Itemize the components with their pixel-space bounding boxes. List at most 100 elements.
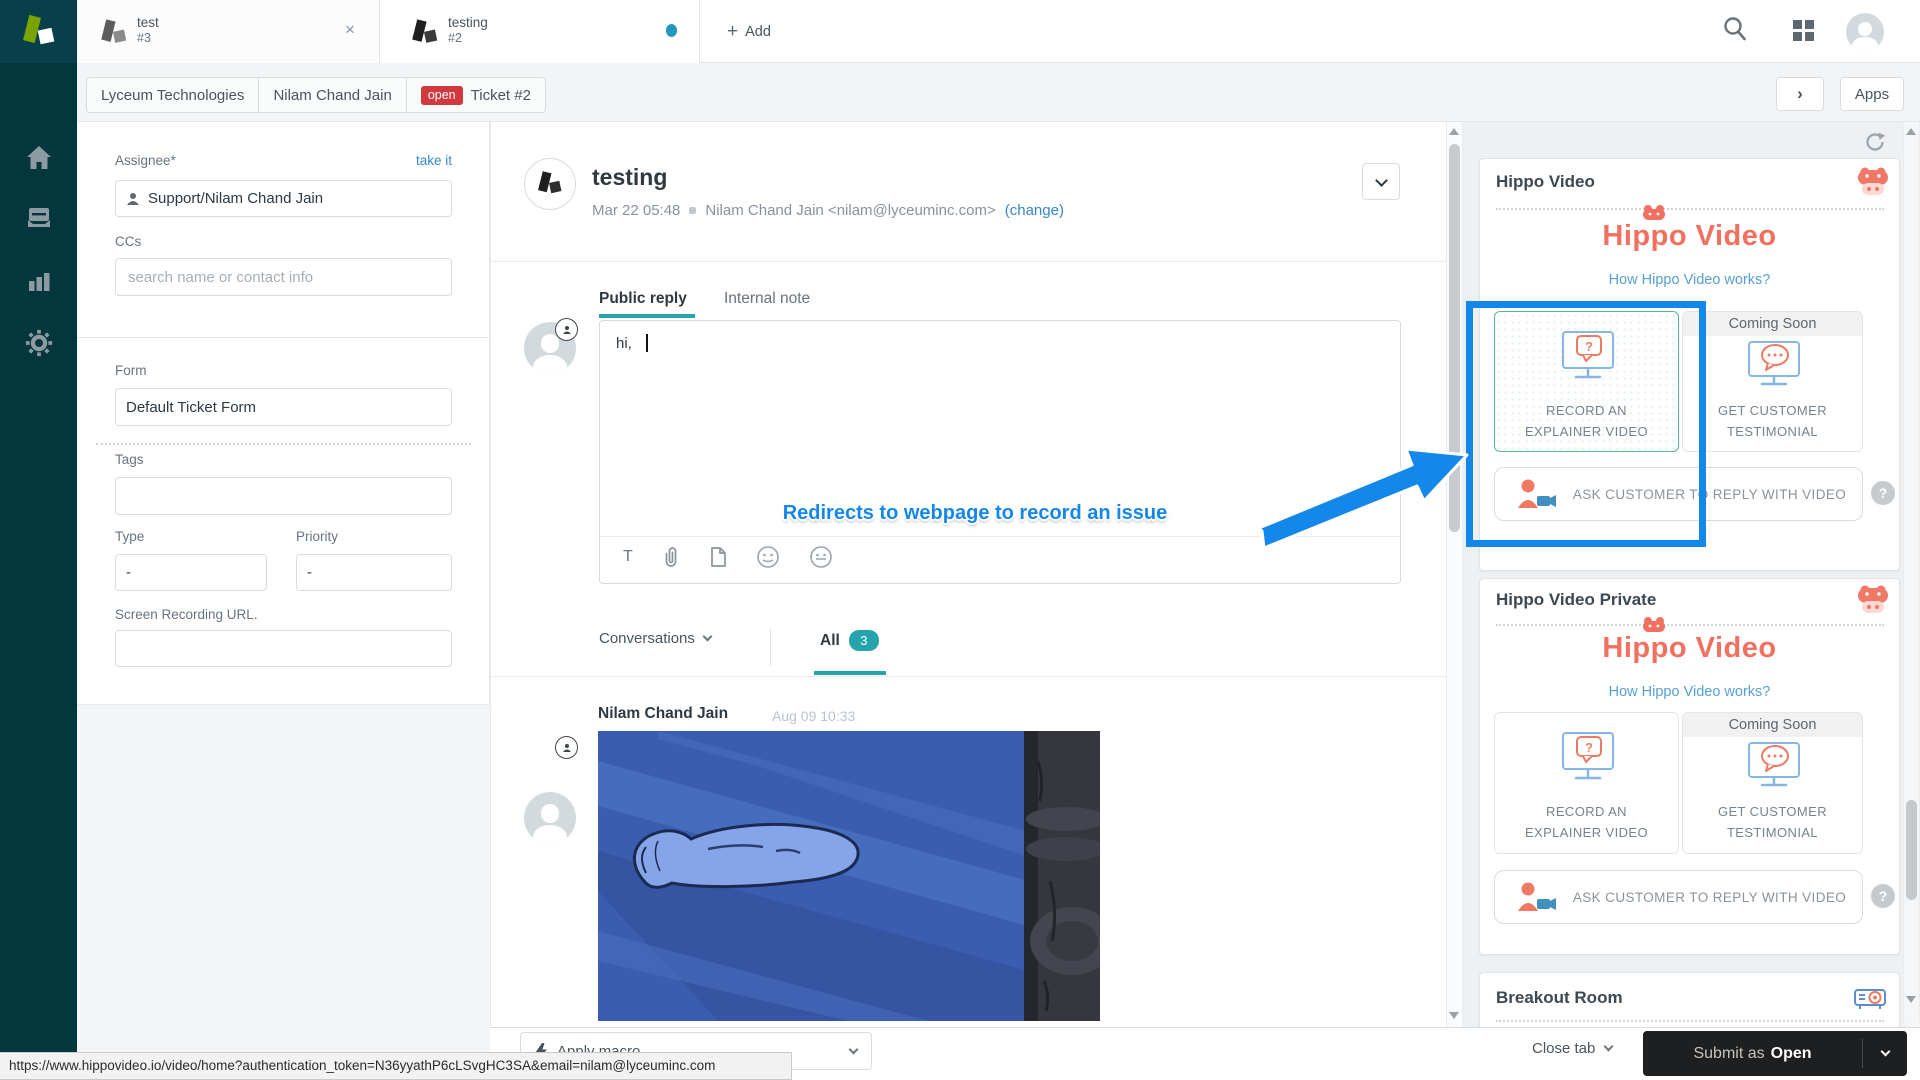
ccs-field[interactable] (115, 258, 452, 296)
apps-button[interactable]: Apps (1840, 77, 1904, 111)
chevron-down-icon (702, 632, 712, 642)
tab-number: #3 (137, 31, 159, 46)
file-icon[interactable] (709, 546, 727, 568)
agent-badge-icon (555, 318, 578, 341)
breadcrumb-org[interactable]: Lyceum Technologies (86, 77, 259, 113)
customer-avatar (524, 792, 576, 844)
tab-ticket-3[interactable]: test #3 × (77, 0, 380, 63)
conversations-dropdown[interactable]: Conversations (599, 630, 711, 647)
priority-label: Priority (296, 529, 338, 544)
svg-text:?: ? (1585, 740, 1593, 755)
how-it-works-link[interactable]: How Hippo Video works? (1479, 684, 1900, 700)
zendesk-logo-icon (24, 16, 54, 48)
close-tab-dropdown[interactable]: Close tab (1532, 1040, 1612, 1057)
user-avatar[interactable] (1846, 13, 1884, 51)
tab-public-reply[interactable]: Public reply (599, 290, 687, 308)
home-icon[interactable] (24, 143, 54, 173)
vertical-divider (770, 628, 771, 666)
type-field[interactable]: - (115, 554, 267, 591)
record-explainer-card[interactable]: ? RECORD AN EXPLAINER VIDEO (1494, 712, 1679, 854)
monitor-chat-icon (1743, 338, 1805, 390)
submit-options-button[interactable] (1863, 1031, 1907, 1076)
attachment-icon[interactable] (662, 546, 680, 568)
tab-internal-note[interactable]: Internal note (724, 290, 810, 308)
expand-apps-button[interactable]: › (1776, 77, 1824, 111)
ticket-date: Mar 22 05:48 (592, 202, 680, 219)
panel-divider (1496, 624, 1884, 626)
search-icon[interactable] (1722, 15, 1748, 43)
submit-status: Open (1771, 1045, 1812, 1063)
help-icon[interactable]: ? (1871, 884, 1895, 908)
ticket-subline: Mar 22 05:48 Nilam Chand Jain <nilam@lyc… (592, 202, 1064, 219)
hippo-app-icon (1856, 166, 1890, 196)
zendesk-logo[interactable] (0, 0, 77, 63)
views-icon[interactable] (24, 203, 54, 233)
priority-field[interactable]: - (296, 554, 452, 591)
scroll-down-arrow[interactable] (1906, 996, 1916, 1003)
refresh-icon[interactable] (1864, 131, 1886, 153)
card-label-line1: GET CUSTOMER (1683, 400, 1862, 421)
ticket-id-label: Ticket #2 (471, 87, 531, 104)
submit-button-group: Submit as Open (1643, 1031, 1907, 1076)
message-author: Nilam Chand Jain (598, 705, 728, 723)
how-it-works-link[interactable]: How Hippo Video works? (1479, 272, 1900, 288)
panel-title: Hippo Video Private (1496, 590, 1656, 610)
breadcrumb-ticket[interactable]: open Ticket #2 (406, 77, 546, 113)
tags-field[interactable] (115, 477, 452, 515)
screen-recording-url-field[interactable] (115, 630, 452, 667)
breadcrumb-requester[interactable]: Nilam Chand Jain (258, 77, 406, 113)
scroll-up-arrow[interactable] (1906, 128, 1916, 135)
tags-label: Tags (115, 452, 144, 467)
collapse-header-button[interactable] (1362, 163, 1400, 200)
card-label-line2: EXPLAINER VIDEO (1495, 822, 1678, 843)
submit-prefix: Submit as (1693, 1045, 1764, 1063)
change-requester-link[interactable]: (change) (1005, 202, 1064, 219)
ticket-requester: Nilam Chand Jain <nilam@lyceuminc.com> (705, 202, 995, 219)
unsaved-changes-dot (666, 24, 677, 37)
coming-soon-label: Coming Soon (1683, 713, 1862, 737)
hippo-video-toolbar-icon[interactable] (756, 545, 780, 569)
count-badge: 3 (849, 630, 879, 651)
reporting-icon[interactable] (24, 266, 54, 296)
annotation-arrow (1258, 428, 1473, 558)
take-it-link[interactable]: take it (416, 153, 452, 168)
message-image-attachment[interactable] (598, 731, 1100, 1021)
customer-testimonial-card: Coming Soon GET CUSTOMER TESTIMONIAL (1682, 712, 1863, 854)
ccs-input[interactable] (126, 268, 441, 287)
add-label: Add (745, 24, 771, 40)
chevron-down-icon (1604, 1042, 1614, 1052)
submit-as-open-button[interactable]: Submit as Open (1643, 1031, 1862, 1076)
help-icon[interactable]: ? (1871, 481, 1895, 505)
scroll-up-arrow[interactable] (1449, 128, 1459, 135)
separator-dot (689, 207, 696, 214)
customer-testimonial-card: Coming Soon GET CUSTOMER TESTIMONIAL (1682, 311, 1863, 452)
assignee-field[interactable]: Support/Nilam Chand Jain (115, 180, 452, 217)
ticket-tab-icon (102, 20, 126, 46)
form-field[interactable]: Default Ticket Form (115, 388, 452, 426)
type-label: Type (115, 529, 144, 544)
plus-icon: + (727, 23, 738, 41)
text-format-icon[interactable]: T (623, 548, 633, 566)
admin-gear-icon[interactable] (24, 328, 54, 358)
card-label-line1: GET CUSTOMER (1683, 801, 1862, 822)
text-cursor (646, 334, 648, 352)
tab-all-conversations[interactable]: All 3 (820, 630, 879, 651)
scroll-down-arrow[interactable] (1449, 1012, 1459, 1019)
annotation-highlight-box (1466, 301, 1706, 547)
apps-grid-icon[interactable] (1792, 19, 1816, 43)
header-divider (491, 261, 1446, 262)
panel-divider (1496, 208, 1884, 210)
annotation-text: Redirects to webpage to record an issue (690, 502, 1260, 525)
customer-badge-icon (555, 736, 578, 759)
monitor-question-icon: ? (1557, 727, 1619, 783)
projector-icon (1854, 986, 1886, 1010)
panel-divider (1496, 1020, 1884, 1022)
tab-ticket-2[interactable]: testing #2 (380, 0, 700, 63)
ask-customer-reply-button[interactable]: ASK CUSTOMER TO REPLY WITH VIDEO (1494, 870, 1863, 924)
sidebar-scrollbar-thumb[interactable] (1906, 800, 1917, 900)
chevron-down-icon (1375, 174, 1388, 187)
panel-title: Breakout Room (1496, 988, 1623, 1008)
hippo-video-private-toolbar-icon[interactable] (809, 545, 833, 569)
close-icon[interactable]: × (345, 20, 355, 40)
add-tab-button[interactable]: + Add (727, 17, 771, 47)
